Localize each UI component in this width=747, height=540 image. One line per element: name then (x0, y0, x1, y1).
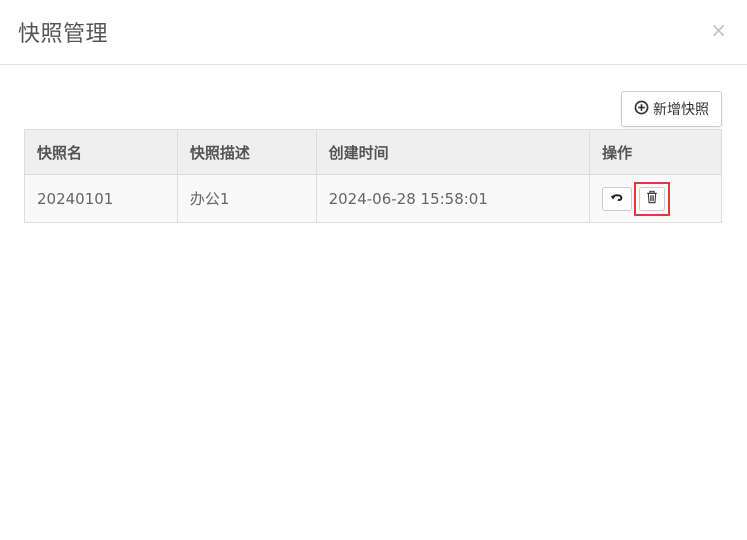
table-header-row: 快照名 快照描述 创建时间 操作 (24, 129, 722, 175)
cell-snapshot-name: 20240101 (24, 174, 178, 223)
snapshot-dialog: 快照管理 × 新增快照 快照名 快照描述 创建时间 操作 20240101 办公… (0, 0, 747, 540)
restore-button[interactable] (602, 186, 633, 211)
cell-actions (589, 174, 722, 223)
plus-circle-icon (634, 100, 649, 119)
cell-created-time: 2024-06-28 15:58:01 (315, 174, 591, 223)
snapshot-table: 快照名 快照描述 创建时间 操作 20240101 办公1 2024-06-28… (24, 129, 722, 223)
header-created-time: 创建时间 (315, 129, 591, 175)
header-actions: 操作 (589, 129, 722, 175)
dialog-header: 快照管理 × (0, 0, 747, 65)
toolbar: 新增快照 (621, 91, 722, 127)
restore-icon (610, 190, 624, 207)
delete-highlight-box (634, 181, 671, 216)
add-snapshot-label: 新增快照 (653, 102, 709, 118)
add-snapshot-button[interactable]: 新增快照 (621, 91, 722, 127)
close-button[interactable]: × (710, 20, 727, 40)
trash-icon (645, 190, 659, 207)
header-snapshot-description: 快照描述 (176, 129, 317, 175)
delete-button[interactable] (639, 186, 666, 211)
cell-snapshot-description: 办公1 (176, 174, 317, 223)
table-row: 20240101 办公1 2024-06-28 15:58:01 (24, 174, 722, 223)
header-snapshot-name: 快照名 (24, 129, 178, 175)
dialog-title: 快照管理 (18, 22, 109, 47)
